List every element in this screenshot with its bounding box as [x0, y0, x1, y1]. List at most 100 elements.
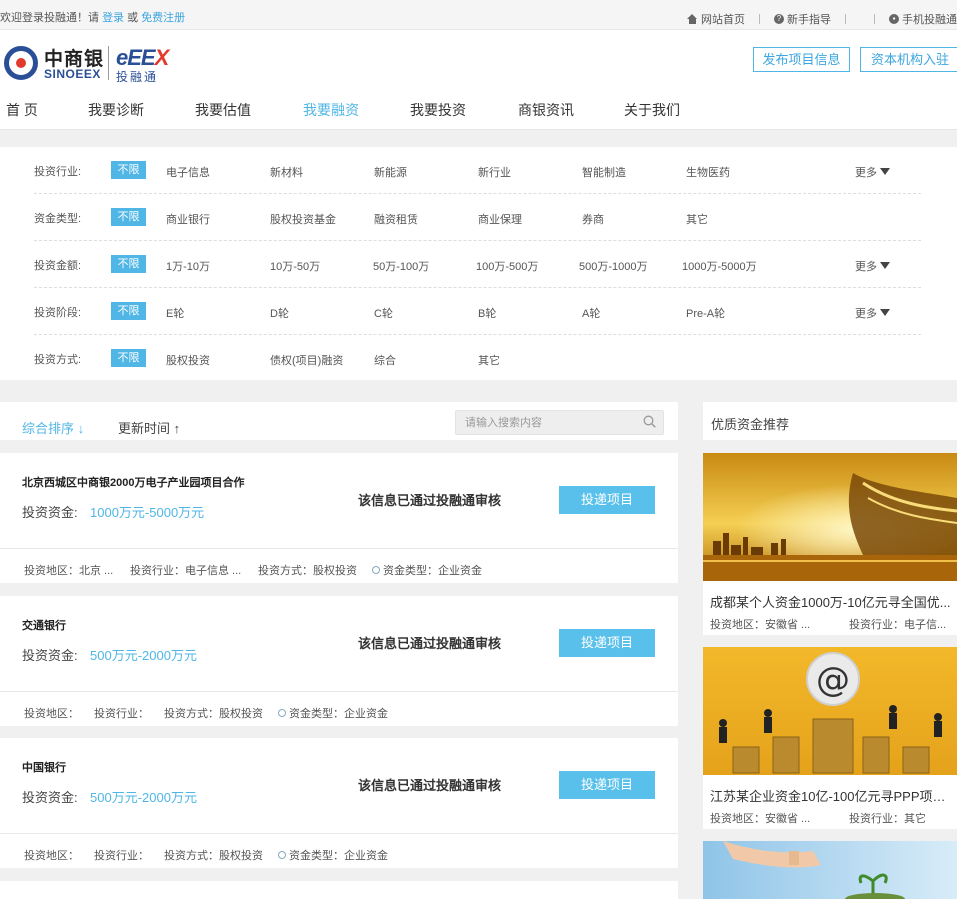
filter-option[interactable]: 券商 — [582, 211, 604, 227]
search-input[interactable] — [456, 411, 626, 434]
recommend-image — [703, 841, 957, 899]
meta-industry: 投资行业：电子信息 ... — [130, 565, 242, 577]
filter-option[interactable]: A轮 — [582, 305, 600, 321]
filter-option[interactable]: 100万-500万 — [476, 258, 538, 274]
filter-option[interactable]: D轮 — [270, 305, 289, 321]
nav-item-home[interactable]: 首 页 — [6, 100, 38, 120]
recommend-image: @ — [703, 647, 957, 775]
mobile-link-label: 手机投融通 — [902, 14, 957, 26]
filter-option[interactable]: C轮 — [374, 305, 393, 321]
meta-method: 投资方式：股权投资 — [258, 565, 357, 577]
divider — [874, 14, 875, 24]
guide-link[interactable]: ? 新手指导 — [774, 11, 831, 27]
more-label: 更多 — [855, 261, 877, 273]
search-icon[interactable] — [643, 415, 656, 428]
nav-item-about[interactable]: 关于我们 — [624, 100, 680, 120]
recommend-region: 投资地区：安徽省 ... — [710, 619, 811, 631]
project-card: 北京西城区中商银2000万电子产业园项目合作 投资资金: 1000万元-5000… — [0, 453, 678, 583]
institution-join-button[interactable]: 资本机构入驻 — [860, 47, 957, 72]
nav-item-news[interactable]: 商银资讯 — [518, 100, 574, 120]
filter-option[interactable]: 融资租赁 — [374, 211, 418, 227]
amount-label: 投资资金: — [22, 648, 78, 663]
project-title[interactable]: 中国银行 — [22, 759, 66, 775]
meta-fund-type-label: 资金类型：企业资金 — [383, 565, 482, 577]
filter-option[interactable]: 股权投资基金 — [270, 211, 336, 227]
filter-option[interactable]: 综合 — [374, 352, 396, 368]
sort-update-time[interactable]: 更新时间 ↑ — [118, 418, 180, 437]
recommend-industry: 投资行业：电子信... — [849, 619, 947, 631]
project-title[interactable]: 北京西城区中商银2000万电子产业园项目合作 — [22, 474, 244, 490]
filter-option[interactable]: 其它 — [478, 352, 500, 368]
filter-unlimited-button[interactable]: 不限 — [111, 161, 146, 179]
project-card: 中国银行 投资资金: 500万元-2000万元 该信息已通过投融通审核 投递项目… — [0, 738, 678, 868]
filter-unlimited-button[interactable]: 不限 — [111, 255, 146, 273]
deliver-project-button[interactable]: 投递项目 — [559, 771, 655, 799]
filter-unlimited-button[interactable]: 不限 — [111, 302, 146, 320]
project-title[interactable]: 交通银行 — [22, 617, 66, 633]
meta-fund-type-label: 资金类型：企业资金 — [289, 850, 388, 862]
filter-option[interactable]: 10万-50万 — [270, 258, 320, 274]
verified-text: 该信息已通过投融通审核 — [358, 493, 502, 508]
meta-region: 投资地区： — [24, 850, 79, 862]
meta-fund-type: 资金类型：企业资金 — [278, 847, 388, 863]
recommend-title[interactable]: 成都某个人资金1000万-10亿元寻全国优... — [710, 592, 954, 611]
filter-more-button[interactable]: 更多 — [855, 305, 890, 321]
filter-option[interactable]: 新材料 — [270, 164, 303, 180]
triangle-down-icon — [880, 262, 890, 269]
meta-fund-type: 资金类型：企业资金 — [278, 705, 388, 721]
filter-option[interactable]: 债权(项目)融资 — [270, 352, 343, 368]
amount-label: 投资资金: — [22, 505, 78, 520]
recommend-title[interactable]: 江苏某企业资金10亿-100亿元寻PPP项目... — [710, 786, 954, 805]
deliver-project-button[interactable]: 投递项目 — [559, 629, 655, 657]
filter-more-button[interactable]: 更多 — [855, 164, 890, 180]
filter-unlimited-button[interactable]: 不限 — [111, 208, 146, 226]
filter-more-button[interactable]: 更多 — [855, 258, 890, 274]
filter-option[interactable]: 50万-100万 — [373, 258, 429, 274]
recommend-card[interactable]: 成都某个人资金1000万-10亿元寻全国优... 投资地区：安徽省 ... 投资… — [703, 453, 957, 635]
filter-option[interactable]: 1万-10万 — [166, 258, 210, 274]
deliver-project-button[interactable]: 投递项目 — [559, 486, 655, 514]
nav-item-invest[interactable]: 我要投资 — [410, 100, 466, 120]
nav-item-financing[interactable]: 我要融资 — [303, 100, 359, 120]
site-logo[interactable]: 中商银 SINOEEX eEEX 投融通 — [4, 44, 174, 84]
recommend-header: 优质资金推荐 — [703, 402, 957, 440]
filter-option[interactable]: 500万-1000万 — [579, 258, 648, 274]
verified-text: 该信息已通过投融通审核 — [358, 636, 502, 651]
nav-item-valuation[interactable]: 我要估值 — [195, 100, 251, 120]
recommend-card[interactable] — [703, 841, 957, 899]
filter-option[interactable]: 其它 — [686, 211, 708, 227]
register-link[interactable]: 免费注册 — [141, 12, 185, 24]
mobile-link[interactable]: ▪ 手机投融通 — [889, 11, 957, 27]
login-link[interactable]: 登录 — [102, 12, 124, 24]
filter-unlimited-button[interactable]: 不限 — [111, 349, 146, 367]
home-link[interactable]: 网站首页 — [687, 11, 745, 27]
header: 中商银 SINOEEX eEEX 投融通 发布项目信息 资本机构入驻 首 页 我… — [0, 30, 957, 130]
filter-row-fund-type: 资金类型: 不限 商业银行 股权投资基金 融资租赁 商业保理 券商 其它 — [34, 194, 921, 241]
card-divider — [0, 691, 678, 692]
filter-option[interactable]: 智能制造 — [582, 164, 626, 180]
filter-option[interactable]: 商业保理 — [478, 211, 522, 227]
filter-option[interactable]: 电子信息 — [166, 164, 210, 180]
filter-option[interactable]: 商业银行 — [166, 211, 210, 227]
welcome-label: 欢迎登录投融通！请 — [0, 12, 99, 24]
filter-option[interactable]: 生物医药 — [686, 164, 730, 180]
gold-ship-image — [703, 453, 957, 581]
verified-text: 该信息已通过投融通审核 — [358, 778, 502, 793]
filter-option[interactable]: 新行业 — [478, 164, 511, 180]
filter-option[interactable]: B轮 — [478, 305, 496, 321]
sort-comprehensive[interactable]: 综合排序 ↓ — [22, 418, 84, 437]
divider — [759, 14, 760, 24]
filter-option[interactable]: 股权投资 — [166, 352, 210, 368]
recommend-image — [703, 453, 957, 581]
nav-item-diagnose[interactable]: 我要诊断 — [88, 100, 144, 120]
filter-option[interactable]: Pre-A轮 — [686, 305, 725, 321]
filter-option[interactable]: 1000万-5000万 — [682, 258, 757, 274]
filter-option[interactable]: 新能源 — [374, 164, 407, 180]
recommend-card[interactable]: @ 江苏某企业资金10亿-100亿元寻PPP项目... 投资地区：安徽省 ...… — [703, 647, 957, 829]
more-label: 更多 — [855, 308, 877, 320]
filter-option[interactable]: E轮 — [166, 305, 184, 321]
phone-icon: ▪ — [889, 14, 899, 24]
welcome-text: 欢迎登录投融通！请 登录 或 免费注册 — [0, 9, 185, 25]
publish-project-button[interactable]: 发布项目信息 — [753, 47, 850, 72]
filter-row-stage: 投资阶段: 不限 E轮 D轮 C轮 B轮 A轮 Pre-A轮 更多 — [34, 288, 921, 335]
